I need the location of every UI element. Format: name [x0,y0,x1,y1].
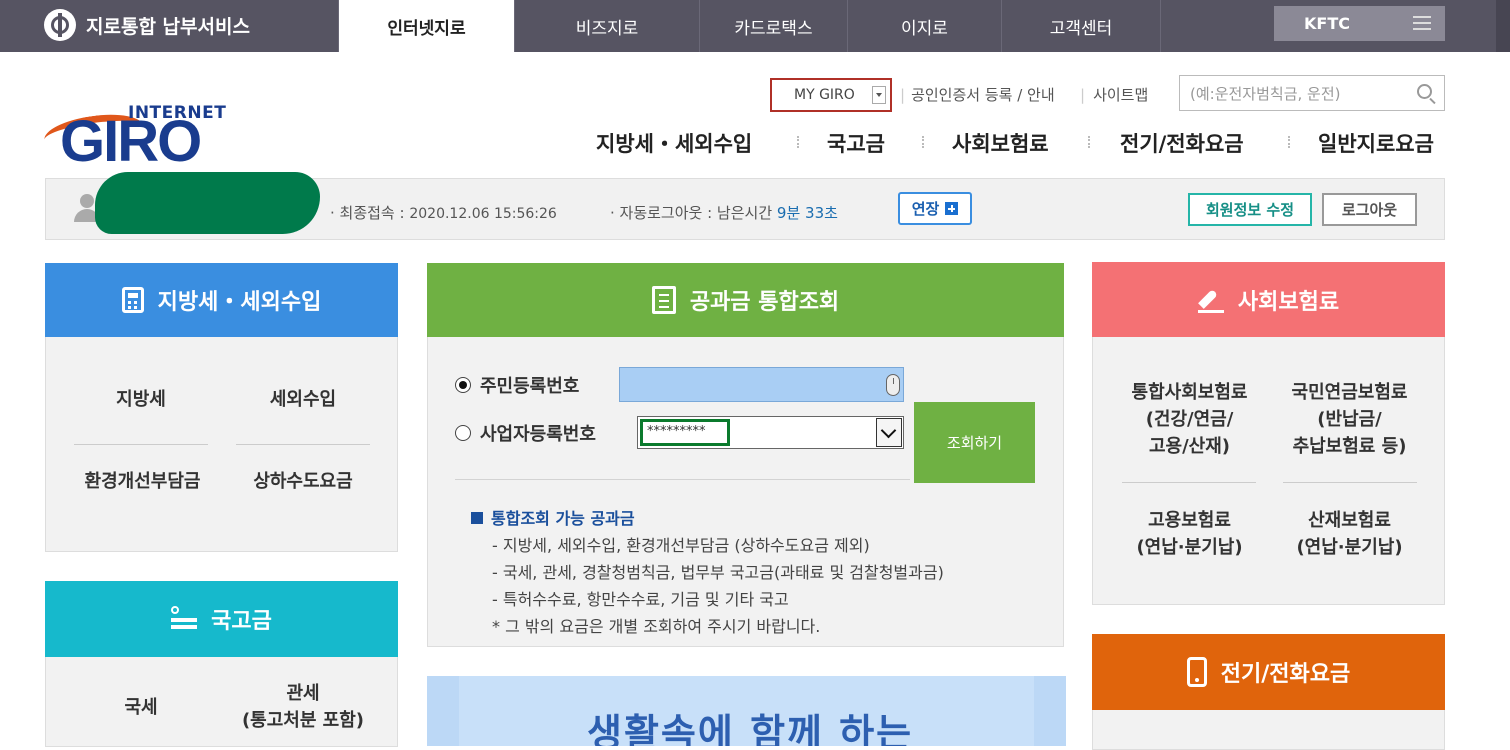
national-pension-link[interactable]: 국민연금보험료 (반납금/ 추납보험료 등) [1272,379,1427,460]
notice-line: - 국세, 관세, 경찰청범칙금, 법무부 국고금(과태료 및 검찰청벌과금) [492,563,944,582]
social-card-body [1092,337,1445,605]
auto-logout: · 자동로그아웃 : 남은시간 9분 33초 [610,202,838,223]
electric-card-body [1092,710,1445,750]
square-bullet-icon [471,512,483,524]
remaining-time: 9분 33초 [776,204,838,222]
banner-text: 생활속에 함께 하는 [587,711,914,746]
biz-number-value: ********* [640,419,730,446]
giro-brand-icon [44,9,76,41]
ssn-input[interactable] [619,367,904,402]
lookup-button[interactable]: 조회하기 [914,402,1035,483]
menu-general-giro[interactable]: 일반지로요금 [1318,128,1434,158]
local-tax-card-header[interactable]: 지방세・세외수입 [45,263,398,337]
notice-line: * 그 밖의 요금은 개별 조회하여 주시기 바랍니다. [492,617,821,636]
my-giro-dropdown[interactable]: MY GIRO [770,78,892,112]
divider [74,444,208,445]
phone-icon [1186,657,1207,687]
notice-line: - 지방세, 세외수입, 환경개선부담금 (상하수도요금 제외) [492,536,870,555]
tab-easy-giro[interactable]: 이지로 [847,0,1001,52]
divider [1283,482,1417,483]
menu-separator [922,136,925,148]
divider [1122,482,1256,483]
biz-number-select[interactable]: ********* [637,416,904,449]
logout-button[interactable]: 로그아웃 [1322,193,1417,226]
kftc-label: KFTC [1304,14,1350,33]
document-icon [651,286,676,314]
hamburger-icon [1413,16,1431,30]
redacted-username [95,172,320,234]
local-tax-link[interactable]: 지방세 [74,386,208,413]
non-tax-revenue-link[interactable]: 세외수입 [236,386,370,413]
extend-session-button[interactable]: 연장 [898,192,972,225]
search-icon[interactable] [1417,84,1432,99]
last-login-value: 2020.12.06 15:56:26 [409,206,557,222]
national-title: 국고금 [211,609,272,634]
mouse-icon [886,374,900,396]
national-tax-link[interactable]: 국세 [74,694,208,721]
sitemap-link[interactable]: | 사이트맵 [1080,84,1148,105]
social-card-header[interactable]: 사회보험료 [1092,262,1445,337]
chevron-down-icon [872,86,886,104]
tab-biz-giro[interactable]: 비즈지로 [514,0,699,52]
menu-electric-phone[interactable]: 전기/전화요금 [1120,128,1244,158]
kftc-menu-button[interactable]: KFTC [1274,6,1445,41]
separator: | [1080,86,1086,104]
brand-link[interactable]: 지로통합 납부서비스 [44,8,250,42]
last-login-label: · 최종접속 : [330,204,405,222]
my-giro-label: MY GIRO [794,87,855,103]
edit-member-button[interactable]: 회원정보 수정 [1188,193,1312,226]
local-tax-title: 지방세・세외수입 [157,290,322,315]
menu-national-treasury[interactable]: 국고금 [827,128,885,158]
list-icon [171,606,198,632]
menu-social-insurance[interactable]: 사회보험료 [952,128,1049,158]
national-card-header[interactable]: 국고금 [45,581,398,657]
ssn-radio-label[interactable]: 주민등록번호 [480,372,579,398]
search-placeholder: (예:운전자범칙금, 운전) [1190,85,1341,103]
last-login: · 최종접속 : 2020.12.06 15:56:26 [330,202,557,223]
ssn-radio[interactable] [455,377,471,393]
menu-separator [797,136,800,148]
social-title: 사회보험료 [1237,289,1340,315]
menu-separator [1088,136,1091,148]
cert-link[interactable]: | 공인인증서 등록 / 안내 [900,84,1055,105]
customs-link[interactable]: 관세 (통고처분 포함) [226,680,380,734]
notice-title-text: 통합조회 가능 공과금 [491,509,635,528]
biz-radio[interactable] [455,425,471,441]
brand-text: 지로통합 납부서비스 [86,15,250,38]
extend-label: 연장 [911,200,940,218]
electric-card-header[interactable]: 전기/전화요금 [1092,634,1445,710]
menu-separator [1288,136,1291,148]
sitemap-link-label: 사이트맵 [1093,86,1149,104]
pen-icon [1197,287,1224,313]
cert-link-label: 공인인증서 등록 / 안내 [911,86,1055,104]
employment-insurance-link[interactable]: 고용보험료 (연납·분기납) [1112,507,1267,561]
lookup-card-header: 공과금 통합조회 [427,263,1064,337]
menu-local-tax[interactable]: 지방세・세외수입 [596,128,752,158]
tab-customer-center[interactable]: 고객센터 [1001,0,1161,52]
divider [236,444,370,445]
water-sewer-link[interactable]: 상하수도요금 [236,468,370,495]
notice-line: - 특허수수료, 항만수수료, 기금 및 기타 국고 [492,590,789,609]
search-input[interactable]: (예:운전자범칙금, 운전) [1179,75,1445,111]
lookup-title: 공과금 통합조회 [689,290,840,315]
separator: | [900,86,906,104]
divider [455,479,910,480]
chevron-down-icon [876,418,902,447]
promo-banner[interactable]: 생활속에 함께 하는 [427,676,1066,746]
industrial-accident-link[interactable]: 산재보험료 (연납·분기납) [1272,507,1427,561]
plus-icon [945,202,959,215]
notice-title: 통합조회 가능 공과금 [471,505,635,529]
tab-internet-giro[interactable]: 인터넷지로 [338,0,514,52]
electric-title: 전기/전화요금 [1220,662,1351,687]
integrated-social-link[interactable]: 통합사회보험료 (건강/연금/ 고용/산재) [1112,379,1267,460]
environment-charge-link[interactable]: 환경개선부담금 [70,468,215,495]
biz-radio-label[interactable]: 사업자등록번호 [480,420,596,446]
auto-logout-label: · 자동로그아웃 : 남은시간 [610,204,773,222]
tab-card-to-tax[interactable]: 카드로택스 [699,0,847,52]
logo-internet: INTERNET [128,103,227,123]
calculator-icon [121,287,144,313]
scrollbar-edge [1496,0,1510,52]
